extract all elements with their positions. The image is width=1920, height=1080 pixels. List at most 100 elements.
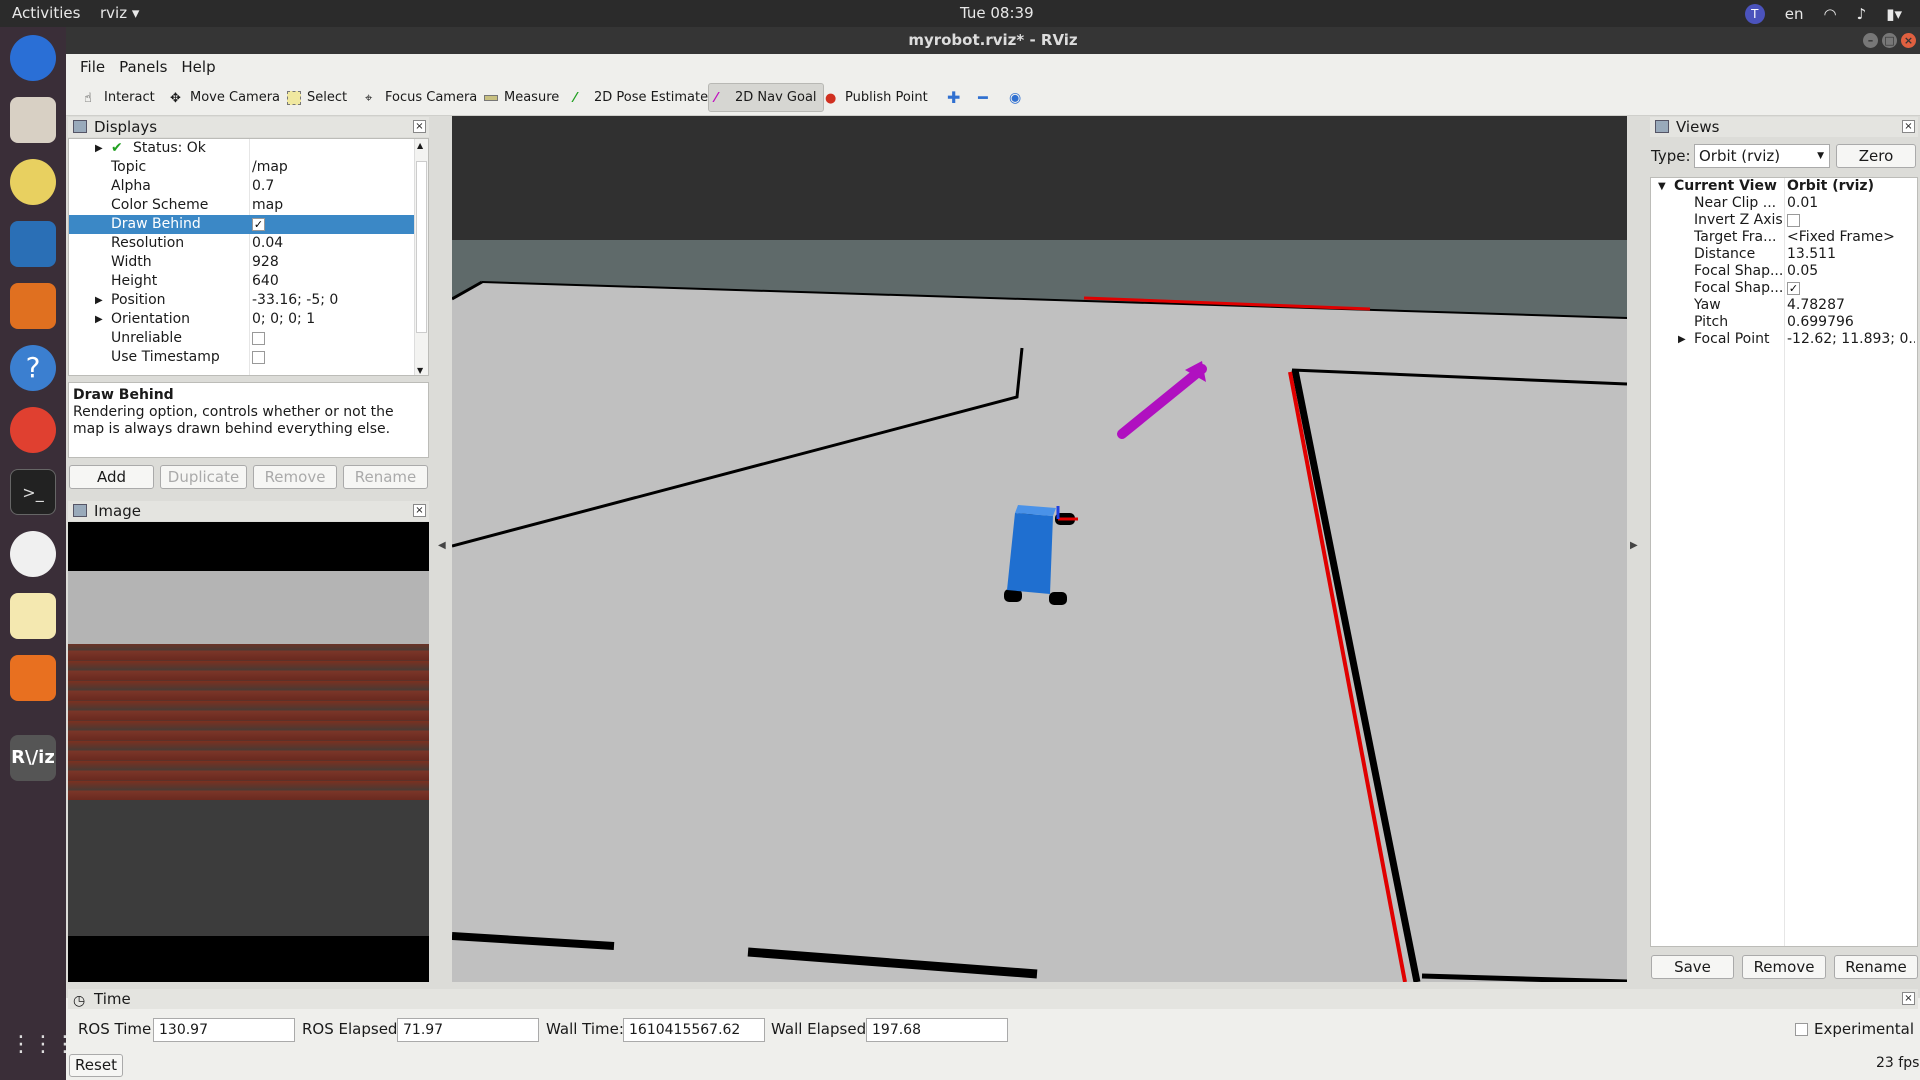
add-tool-icon[interactable]: ✚ [941,83,966,112]
scroll-down-icon[interactable]: ▼ [417,366,423,375]
tree-row-height[interactable]: Height 640 [69,272,414,291]
expand-arrow-icon[interactable]: ▶ [95,310,103,329]
minimize-icon[interactable]: – [1863,33,1878,48]
view-row-invert-z[interactable]: Invert Z Axis [1651,212,1917,229]
tree-row-color-scheme[interactable]: Color Scheme map [69,196,414,215]
chrome-icon[interactable] [10,407,56,453]
zero-button[interactable]: Zero [1836,144,1916,168]
prop-value[interactable]: /map [252,158,288,177]
displays-scrollbar[interactable]: ▲ ▼ [414,139,428,375]
software-icon[interactable] [10,283,56,329]
close-panel-icon[interactable]: × [1902,992,1915,1005]
draw-behind-checkbox[interactable]: ✓ [252,218,265,231]
menu-panels[interactable]: Panels [115,54,171,80]
view-row-target-frame[interactable]: Target Fra... <Fixed Frame> [1651,229,1917,246]
close-panel-icon[interactable]: × [413,120,426,133]
wifi-icon[interactable]: ◠ [1824,5,1837,23]
view-value[interactable]: <Fixed Frame> [1787,229,1915,246]
tree-row-use-timestamp[interactable]: Use Timestamp [69,348,414,367]
view-type-select[interactable]: Orbit (rviz) ▼ [1694,144,1830,168]
remove-tool-icon[interactable]: ━ [972,83,994,112]
view-row-current[interactable]: ▼ Current View Orbit (rviz) [1651,178,1917,195]
teams-icon[interactable]: T [1744,4,1765,24]
prop-value[interactable]: 0.04 [252,234,283,253]
rename-display-button[interactable]: Rename [343,465,428,489]
maximize-icon[interactable]: □ [1882,33,1897,48]
expand-arrow-icon[interactable]: ▶ [95,139,103,158]
views-tree[interactable]: ▼ Current View Orbit (rviz) Near Clip ... 0… [1650,177,1918,947]
writer-icon[interactable] [10,221,56,267]
files-icon[interactable] [10,97,56,143]
thunderbird-icon[interactable] [10,35,56,81]
tree-row-draw-behind[interactable]: Draw Behind ✓ [69,215,414,234]
rhythmbox-icon[interactable] [10,159,56,205]
interact-tool[interactable]: ☝ Interact [78,83,161,112]
wall-elapsed-field[interactable]: 197.68 [866,1018,1008,1042]
view-row-focal-point[interactable]: ▶ Focal Point -12.62; 11.893; 0... [1651,331,1917,348]
view-row-yaw[interactable]: Yaw 4.78287 [1651,297,1917,314]
view-row-near-clip[interactable]: Near Clip ... 0.01 [1651,195,1917,212]
collapse-left-icon[interactable]: ◀ [438,540,446,551]
close-icon[interactable]: × [1901,33,1916,48]
view-value[interactable]: 0.699796 [1787,314,1915,331]
scroll-up-icon[interactable]: ▲ [417,141,423,150]
add-display-button[interactable]: Add [69,465,154,489]
rename-view-button[interactable]: Rename [1834,955,1918,979]
close-panel-icon[interactable]: × [1902,120,1915,133]
expand-arrow-icon[interactable]: ▶ [95,291,103,310]
collapse-arrow-icon[interactable]: ▼ [1658,178,1666,195]
volume-icon[interactable]: ♪ [1857,5,1867,23]
invert-z-checkbox[interactable] [1787,214,1800,227]
language-indicator[interactable]: en [1785,5,1804,23]
prop-value[interactable]: 928 [252,253,279,272]
menu-file[interactable]: File [76,54,109,80]
experimental-checkbox[interactable] [1795,1023,1808,1036]
pose-estimate-tool[interactable]: ⁄ 2D Pose Estimate [568,83,714,112]
nav-goal-tool[interactable]: ⁄ 2D Nav Goal [708,83,824,112]
measure-tool[interactable]: Measure [478,83,565,112]
tool-properties-icon[interactable]: ◉ [1003,83,1027,112]
reset-button[interactable]: Reset [69,1054,123,1077]
prop-value[interactable]: -33.16; -5; 0 [252,291,338,310]
focus-camera-tool[interactable]: ⌖ Focus Camera [359,83,483,112]
document-viewer-icon[interactable] [10,531,56,577]
prop-value[interactable]: 0.7 [252,177,274,196]
close-panel-icon[interactable]: × [413,504,426,517]
tree-row-resolution[interactable]: Resolution 0.04 [69,234,414,253]
duplicate-display-button[interactable]: Duplicate [160,465,247,489]
move-camera-tool[interactable]: ✥ Move Camera [164,83,286,112]
help-icon[interactable]: ? [10,345,56,391]
ros-time-field[interactable]: 130.97 [153,1018,295,1042]
view-value[interactable]: 4.78287 [1787,297,1915,314]
menu-help[interactable]: Help [177,54,219,80]
text-editor-icon[interactable] [10,593,56,639]
render-viewport[interactable] [452,116,1627,982]
view-value[interactable]: 13.511 [1787,246,1915,263]
view-value[interactable]: 0.05 [1787,263,1915,280]
tree-row-unreliable[interactable]: Unreliable [69,329,414,348]
app-menu[interactable]: rviz ▾ [100,4,139,22]
view-row-focal-shape-fixed[interactable]: Focal Shap... ✓ [1651,280,1917,297]
view-row-focal-shape-size[interactable]: Focal Shap... 0.05 [1651,263,1917,280]
sublime-icon[interactable] [10,655,56,701]
terminal-icon[interactable]: >_ [10,469,56,515]
tree-row-width[interactable]: Width 928 [69,253,414,272]
rviz-icon[interactable]: R\/iz [10,735,56,781]
displays-tree[interactable]: ▶ ✔ Status: Ok Topic/map Alpha 0.7 Color Sc… [68,138,429,376]
activities-button[interactable]: Activities [12,4,80,22]
clock[interactable]: Tue 08:39 [960,4,1034,22]
tree-row-orientation[interactable]: ▶ Orientation 0; 0; 0; 1 [69,310,414,329]
publish-point-tool[interactable]: ● Publish Point [819,83,934,112]
collapse-right-icon[interactable]: ▶ [1630,540,1638,551]
view-row-pitch[interactable]: Pitch 0.699796 [1651,314,1917,331]
tree-row-alpha[interactable]: Alpha 0.7 [69,177,414,196]
view-row-distance[interactable]: Distance 13.511 [1651,246,1917,263]
wall-time-field[interactable]: 1610415567.62 [623,1018,765,1042]
select-tool[interactable]: Select [281,83,353,112]
focal-shape-checkbox[interactable]: ✓ [1787,282,1800,295]
unreliable-checkbox[interactable] [252,332,265,345]
tree-row-topic[interactable]: Topic/map [69,158,414,177]
remove-display-button[interactable]: Remove [253,465,337,489]
tree-row-status[interactable]: ▶ ✔ Status: Ok [69,139,414,158]
view-value[interactable]: -12.62; 11.893; 0... [1787,331,1915,348]
